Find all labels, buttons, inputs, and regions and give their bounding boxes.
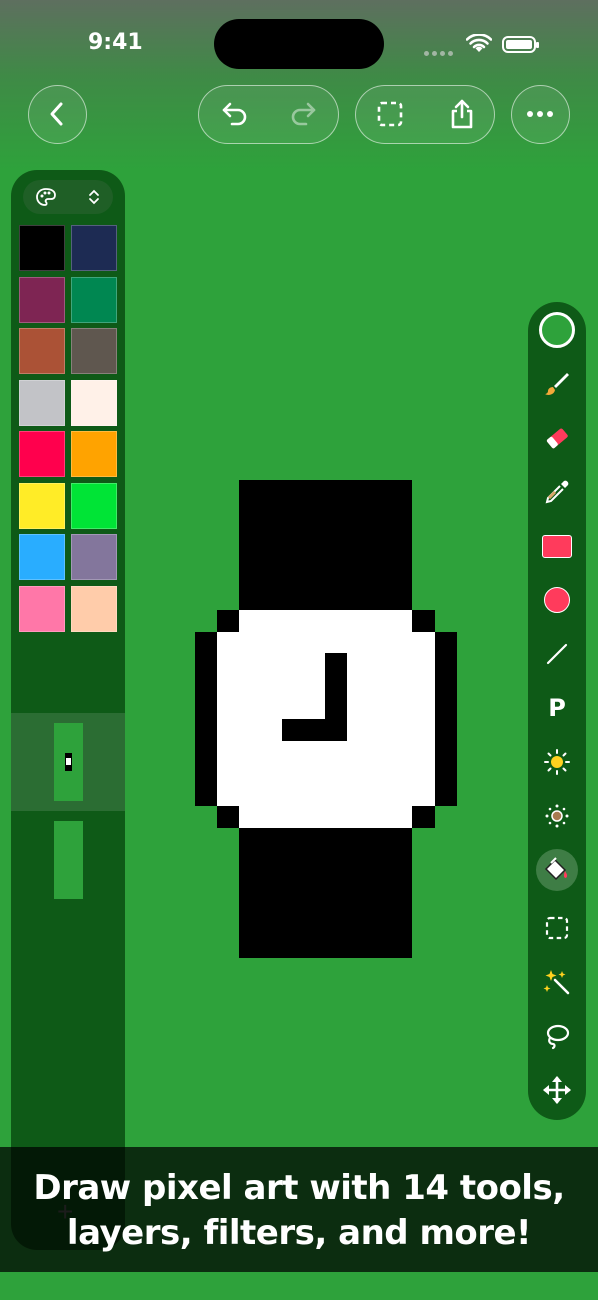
layer-thumbnail — [54, 821, 83, 899]
rectangle-icon[interactable] — [533, 522, 581, 570]
brighten-icon[interactable] — [533, 738, 581, 786]
watch-minute-hand — [282, 719, 347, 741]
brush-icon[interactable] — [533, 360, 581, 408]
pixel-canvas[interactable] — [195, 480, 457, 958]
promo-text: Draw pixel art with 14 tools, layers, fi… — [0, 1166, 598, 1256]
watch-strap-top — [239, 480, 412, 610]
lasso-icon[interactable] — [533, 1012, 581, 1060]
color-swatch[interactable] — [71, 225, 117, 271]
layer-row[interactable] — [11, 811, 125, 909]
line-icon[interactable] — [533, 630, 581, 678]
color-swatch[interactable] — [19, 276, 65, 323]
move-icon[interactable] — [533, 1066, 581, 1114]
cellular-signal-icon — [424, 43, 456, 61]
color-swatch[interactable] — [71, 379, 117, 426]
layer-row-selected[interactable] — [11, 713, 125, 811]
share-icon[interactable] — [434, 86, 490, 142]
palette-icon — [36, 188, 56, 206]
palette-selector[interactable] — [23, 180, 113, 214]
darken-icon[interactable] — [533, 792, 581, 840]
redo-icon[interactable] — [275, 86, 331, 142]
color-swatch[interactable] — [19, 534, 65, 580]
color-swatch[interactable] — [71, 534, 117, 580]
dynamic-island — [214, 19, 384, 69]
side-panel — [11, 170, 125, 1250]
promo-line-2: layers, filters, and more! — [66, 1213, 532, 1253]
fill-bucket-icon[interactable] — [536, 849, 578, 891]
more-button[interactable] — [511, 85, 570, 144]
color-swatch[interactable] — [71, 482, 117, 529]
wifi-icon — [466, 34, 492, 52]
status-time: 9:41 — [88, 30, 143, 55]
tool-bar: P — [528, 302, 586, 1120]
watch-strap-bottom — [239, 828, 412, 958]
color-picker-swatch[interactable] — [533, 306, 581, 354]
color-swatch[interactable] — [71, 431, 117, 477]
layer-thumbnail — [54, 723, 83, 801]
status-icons — [424, 34, 574, 56]
back-button[interactable] — [28, 85, 87, 144]
eraser-icon[interactable] — [533, 414, 581, 462]
chevron-left-icon — [29, 86, 85, 142]
color-swatch[interactable] — [19, 482, 65, 529]
color-swatch[interactable] — [19, 379, 65, 426]
battery-icon — [502, 36, 539, 53]
promo-line-1: Draw pixel art with 14 tools, — [33, 1168, 565, 1208]
undo-icon[interactable] — [207, 86, 263, 142]
color-swatch[interactable] — [19, 328, 65, 374]
chevron-updown-icon — [89, 189, 99, 205]
color-swatch[interactable] — [71, 328, 117, 374]
color-swatch[interactable] — [19, 585, 65, 632]
color-swatch[interactable] — [71, 276, 117, 323]
select-share-group — [355, 85, 495, 144]
eyedropper-icon[interactable] — [533, 468, 581, 516]
color-swatch[interactable] — [19, 431, 65, 477]
marquee-select-icon[interactable] — [533, 904, 581, 952]
ellipsis-icon — [512, 86, 568, 142]
circle-icon[interactable] — [533, 576, 581, 624]
color-swatch[interactable] — [19, 225, 65, 271]
text-tool[interactable]: P — [533, 684, 581, 732]
color-swatch[interactable] — [71, 585, 117, 632]
magic-wand-icon[interactable] — [533, 958, 581, 1006]
selection-icon[interactable] — [362, 86, 418, 142]
undo-redo-group — [198, 85, 339, 144]
